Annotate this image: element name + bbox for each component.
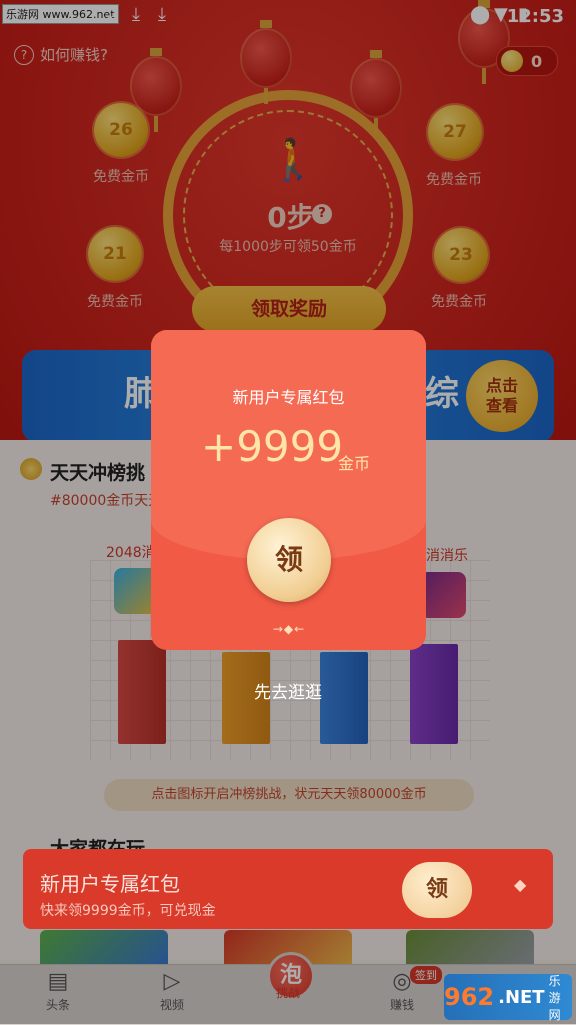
red-packet-amount: +9999 <box>201 422 344 471</box>
packet-bar-title: 新用户专属红包 <box>40 872 180 896</box>
red-packet-ornament: →◆← <box>272 622 306 636</box>
packet-bar-ornament: ◆ <box>514 875 527 894</box>
red-packet-unit: 金币 <box>338 454 371 473</box>
logo-net: .NET <box>498 986 545 1008</box>
packet-bar-claim-button[interactable]: 领 <box>402 862 472 918</box>
red-packet-modal: 新用户专属红包 +9999 金币 领 →◆← <box>151 330 426 650</box>
site-logo-watermark: 962 .NET 乐游网 <box>444 973 572 1022</box>
logo-number: 962 <box>444 983 495 1011</box>
red-packet-title: 新用户专属红包 <box>232 388 345 407</box>
logo-name: 乐游网 <box>548 973 561 1022</box>
packet-bar-subtitle: 快来领9999金币，可兑现金 <box>40 903 216 919</box>
browse-first-link[interactable]: 先去逛逛 <box>254 678 322 703</box>
open-red-packet-button[interactable]: 领 <box>247 518 331 602</box>
